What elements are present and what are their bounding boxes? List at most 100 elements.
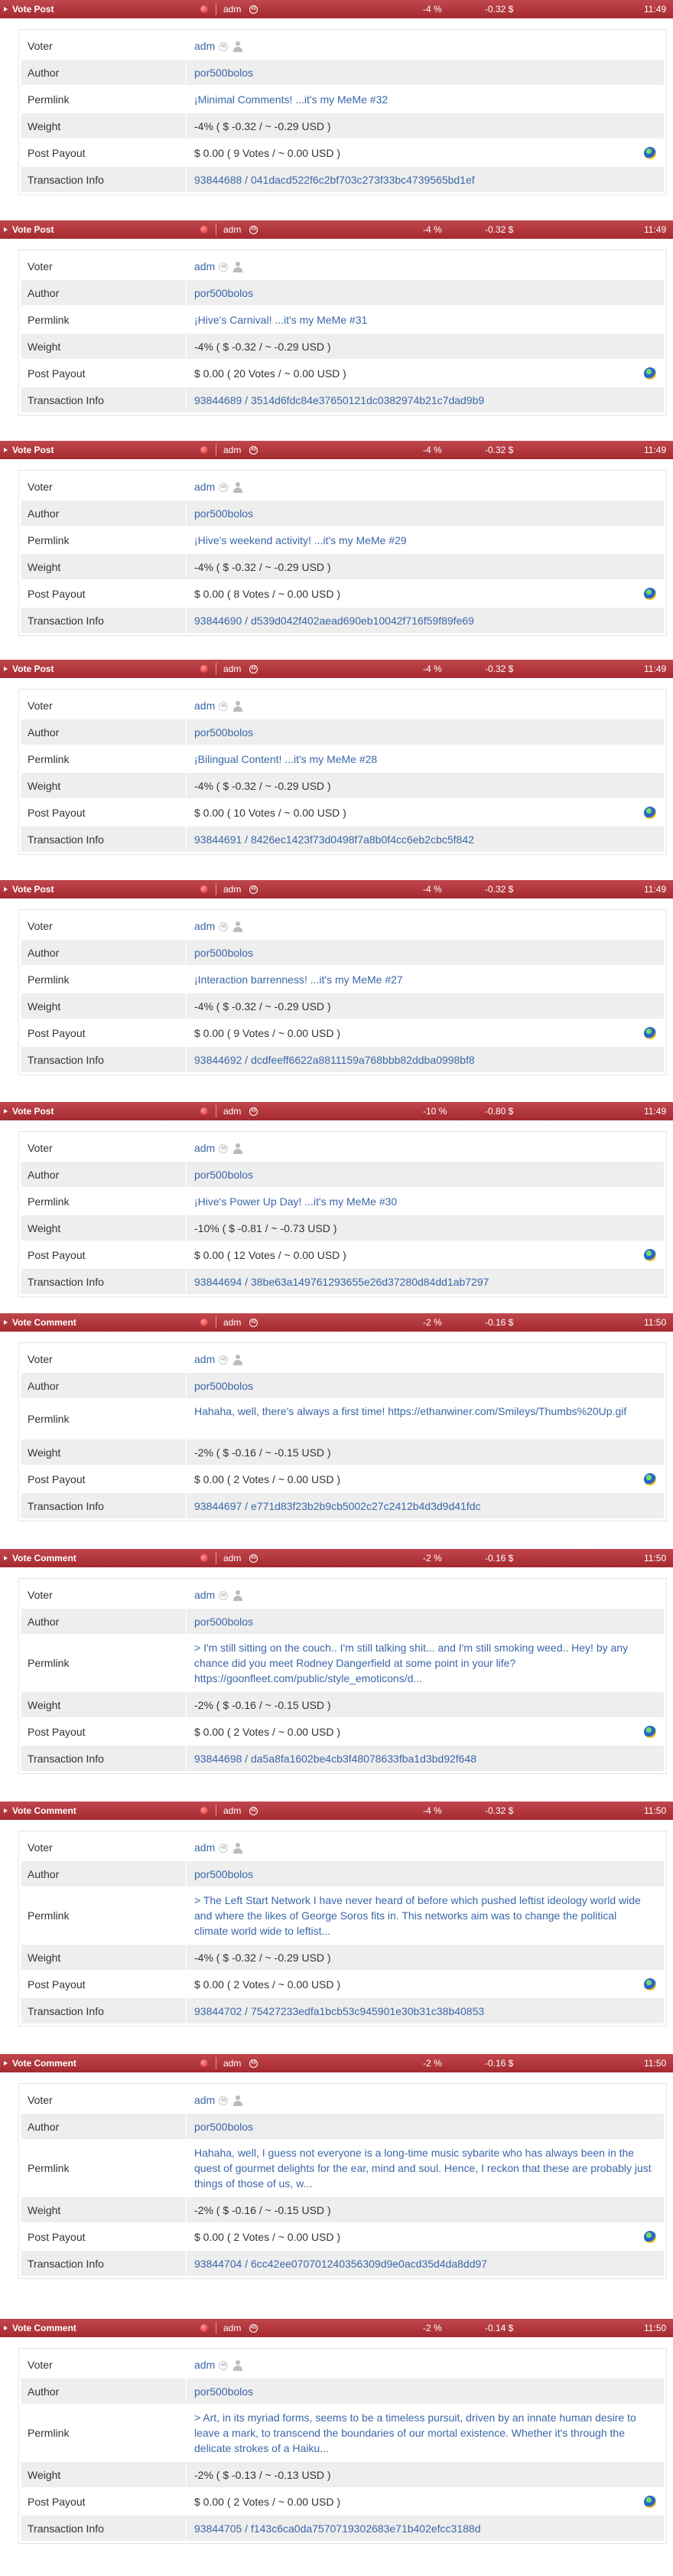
header-voter[interactable]: adm [223, 1313, 241, 1332]
operation-header[interactable]: Vote Comment adm 48 -2 % -0.14 $ 11:50 [0, 2319, 673, 2337]
transaction-hash-link[interactable]: 8426ec1423f73d0498f7a8b0f4cc6eb2cbc5f842 [251, 833, 474, 846]
permlink-link[interactable]: ¡Minimal Comments! ...it's my MeMe #32 [194, 93, 388, 106]
user-icon[interactable] [232, 41, 243, 52]
header-voter[interactable]: adm [223, 2054, 241, 2072]
user-icon[interactable] [232, 1143, 243, 1154]
author-link[interactable]: por500bolos [194, 726, 253, 739]
expand-arrow-icon[interactable] [4, 1808, 8, 1813]
header-voter[interactable]: adm [223, 660, 241, 678]
expand-arrow-icon[interactable] [4, 7, 8, 11]
user-icon[interactable] [232, 261, 243, 272]
expand-arrow-icon[interactable] [4, 2061, 8, 2066]
operation-header[interactable]: Vote Comment adm 48 -2 % -0.16 $ 11:50 [0, 1313, 673, 1332]
transaction-id-link[interactable]: 93844690 [194, 615, 242, 627]
voter-link[interactable]: adm [194, 699, 215, 712]
user-icon[interactable] [232, 2359, 243, 2371]
operation-header[interactable]: Vote Post adm 48 -4 % -0.32 $ 11:49 [0, 0, 673, 18]
operation-header[interactable]: Vote Comment adm 48 -2 % -0.16 $ 11:50 [0, 1549, 673, 1567]
author-link[interactable]: por500bolos [194, 2121, 253, 2133]
globe-icon[interactable] [644, 367, 656, 380]
globe-icon[interactable] [644, 2230, 656, 2243]
voter-link[interactable]: adm [194, 1353, 215, 1365]
operation-header[interactable]: Vote Comment adm 48 -4 % -0.32 $ 11:50 [0, 1802, 673, 1820]
transaction-hash-link[interactable]: 041dacd522f6c2bf703c273f33bc4739565bd1ef [251, 174, 475, 186]
globe-icon[interactable] [644, 1026, 656, 1039]
author-link[interactable]: por500bolos [194, 947, 253, 959]
user-icon[interactable] [232, 2095, 243, 2106]
voter-link[interactable]: adm [194, 1841, 215, 1854]
globe-icon[interactable] [644, 806, 656, 819]
expand-arrow-icon[interactable] [4, 1320, 8, 1325]
permlink-link[interactable]: > I'm still sitting on the couch.. I'm s… [194, 1642, 628, 1684]
permlink-link[interactable]: ¡Interaction barrenness! ...it's my MeMe… [194, 973, 403, 986]
header-voter[interactable]: adm [223, 1549, 241, 1567]
transaction-hash-link[interactable]: dcdfeeff6622a8811159a768bbb82ddba0998bf8 [251, 1054, 475, 1066]
transaction-id-link[interactable]: 93844697 [194, 1500, 242, 1512]
author-link[interactable]: por500bolos [194, 1616, 253, 1628]
operation-header[interactable]: Vote Comment adm 48 -2 % -0.16 $ 11:50 [0, 2054, 673, 2072]
operation-header[interactable]: Vote Post adm 48 -4 % -0.32 $ 11:49 [0, 220, 673, 239]
user-icon[interactable] [232, 1842, 243, 1854]
transaction-id-link[interactable]: 93844689 [194, 394, 242, 406]
transaction-hash-link[interactable]: d539d042f402aead690eb10042f716f59f89fe69 [251, 615, 474, 627]
header-voter[interactable]: adm [223, 0, 241, 18]
voter-link[interactable]: adm [194, 260, 215, 272]
transaction-hash-link[interactable]: f143c6ca0da7570719302683e71b402efcc3188d [251, 2522, 481, 2535]
transaction-id-link[interactable]: 93844691 [194, 833, 242, 846]
transaction-id-link[interactable]: 93844702 [194, 2005, 242, 2017]
user-icon[interactable] [232, 1354, 243, 1365]
expand-arrow-icon[interactable] [4, 1109, 8, 1114]
globe-icon[interactable] [644, 1472, 656, 1485]
transaction-id-link[interactable]: 93844698 [194, 1753, 242, 1765]
globe-icon[interactable] [644, 1248, 656, 1261]
transaction-id-link[interactable]: 93844705 [194, 2522, 242, 2535]
transaction-hash-link[interactable]: e771d83f23b2b9cb5002c27c2412b4d3d9d41fdc [251, 1500, 481, 1512]
author-link[interactable]: por500bolos [194, 1169, 253, 1181]
operation-header[interactable]: Vote Post adm 48 -4 % -0.32 $ 11:49 [0, 880, 673, 898]
author-link[interactable]: por500bolos [194, 2385, 253, 2398]
header-voter[interactable]: adm [223, 1102, 241, 1120]
author-link[interactable]: por500bolos [194, 67, 253, 79]
voter-link[interactable]: adm [194, 481, 215, 493]
user-icon[interactable] [232, 700, 243, 712]
operation-header[interactable]: Vote Post adm 48 -4 % -0.32 $ 11:49 [0, 660, 673, 678]
transaction-id-link[interactable]: 93844688 [194, 174, 242, 186]
header-voter[interactable]: adm [223, 1802, 241, 1820]
operation-header[interactable]: Vote Post adm 48 -4 % -0.32 $ 11:49 [0, 441, 673, 459]
expand-arrow-icon[interactable] [4, 1556, 8, 1560]
voter-link[interactable]: adm [194, 1142, 215, 1154]
header-voter[interactable]: adm [223, 220, 241, 239]
permlink-link[interactable]: ¡Hive's Carnival! ...it's my MeMe #31 [194, 314, 367, 326]
voter-link[interactable]: adm [194, 920, 215, 932]
user-icon[interactable] [232, 481, 243, 493]
transaction-id-link[interactable]: 93844694 [194, 1276, 242, 1288]
transaction-id-link[interactable]: 93844692 [194, 1054, 242, 1066]
transaction-id-link[interactable]: 93844704 [194, 2258, 242, 2270]
author-link[interactable]: por500bolos [194, 287, 253, 299]
user-icon[interactable] [232, 921, 243, 932]
voter-link[interactable]: adm [194, 1589, 215, 1601]
header-voter[interactable]: adm [223, 441, 241, 459]
expand-arrow-icon[interactable] [4, 2326, 8, 2330]
transaction-hash-link[interactable]: 3514d6fdc84e37650121dc0382974b21c7dad9b9 [251, 394, 484, 406]
expand-arrow-icon[interactable] [4, 887, 8, 892]
globe-icon[interactable] [644, 146, 656, 159]
transaction-hash-link[interactable]: da5a8fa1602be4cb3f48078633fba1d3bd92f648 [251, 1753, 476, 1765]
globe-icon[interactable] [644, 1725, 656, 1738]
expand-arrow-icon[interactable] [4, 227, 8, 232]
globe-icon[interactable] [644, 587, 656, 600]
transaction-hash-link[interactable]: 38be63a149761293655e26d37280d84dd1ab7297 [251, 1276, 489, 1288]
permlink-link[interactable]: Hahaha, well, I guess not everyone is a … [194, 2147, 652, 2190]
permlink-link[interactable]: ¡Hive's weekend activity! ...it's my MeM… [194, 534, 407, 546]
author-link[interactable]: por500bolos [194, 1380, 253, 1392]
globe-icon[interactable] [644, 2495, 656, 2508]
voter-link[interactable]: adm [194, 40, 215, 52]
voter-link[interactable]: adm [194, 2094, 215, 2106]
globe-icon[interactable] [644, 1978, 656, 1991]
header-voter[interactable]: adm [223, 2319, 241, 2337]
permlink-link[interactable]: ¡Bilingual Content! ...it's my MeMe #28 [194, 753, 377, 765]
expand-arrow-icon[interactable] [4, 448, 8, 452]
author-link[interactable]: por500bolos [194, 1868, 253, 1880]
expand-arrow-icon[interactable] [4, 667, 8, 671]
operation-header[interactable]: Vote Post adm 48 -10 % -0.80 $ 11:49 [0, 1102, 673, 1120]
